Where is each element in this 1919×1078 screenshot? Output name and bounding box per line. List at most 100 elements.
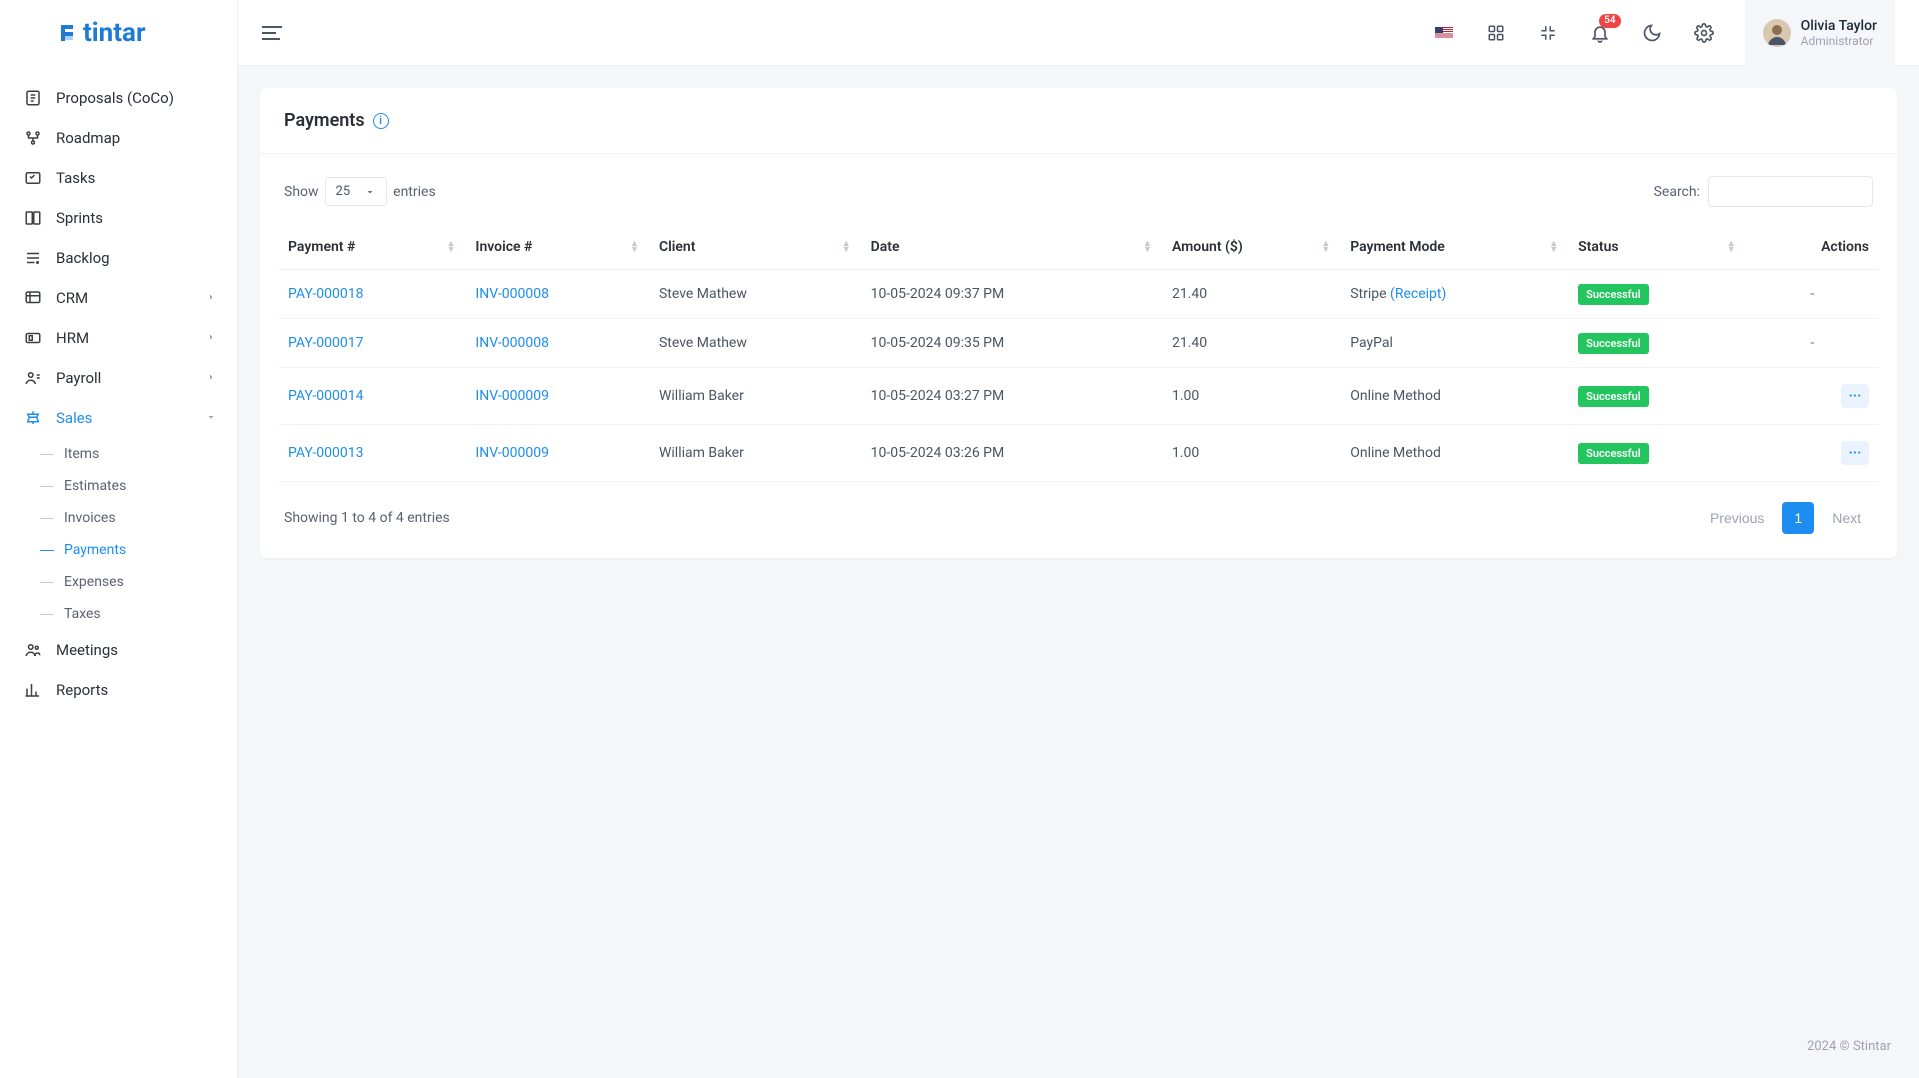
payment-link[interactable]: PAY-000014 (288, 388, 364, 404)
sales-icon (24, 409, 42, 427)
dash-icon (40, 614, 54, 615)
page-title: Payments (284, 110, 365, 131)
receipt-link[interactable]: (Receipt) (1390, 286, 1446, 302)
sidebar-sub-invoices[interactable]: Invoices (0, 502, 237, 534)
topbar: 54 Olivia Taylor Administrator (238, 0, 1919, 66)
sidebar-item-label: Tasks (56, 169, 95, 187)
no-action: - (1756, 335, 1869, 351)
status-badge: Successful (1578, 333, 1648, 354)
column-payment-[interactable]: Payment #▲▼ (278, 225, 465, 270)
column-invoice-[interactable]: Invoice #▲▼ (465, 225, 649, 270)
sidebar-item-backlog[interactable]: Backlog (0, 238, 237, 278)
pagination: Previous 1 Next (1698, 502, 1873, 534)
sidebar-sub-expenses[interactable]: Expenses (0, 566, 237, 598)
mode-cell: Stripe (Receipt) (1340, 270, 1568, 319)
info-icon[interactable]: i (373, 113, 389, 129)
sidebar-item-label: Backlog (56, 249, 110, 267)
fullscreen-exit-icon[interactable] (1531, 16, 1565, 50)
dash-icon (40, 486, 54, 487)
pager-previous[interactable]: Previous (1698, 502, 1776, 534)
date-cell: 10-05-2024 03:26 PM (861, 425, 1162, 482)
hrm-icon (24, 329, 42, 347)
notifications-icon[interactable]: 54 (1583, 16, 1617, 50)
nav: Proposals (CoCo) Roadmap Tasks Sprints Backl… (0, 68, 237, 720)
payments-card: Payments i Show 25 entries (260, 88, 1897, 558)
payment-link[interactable]: PAY-000013 (288, 445, 364, 461)
payments-table: Payment #▲▼Invoice #▲▼Client▲▼Date▲▼Amou… (278, 225, 1879, 482)
column-date[interactable]: Date▲▼ (861, 225, 1162, 270)
sidebar-sub-items[interactable]: Items (0, 438, 237, 470)
sidebar-item-payroll[interactable]: Payroll (0, 358, 237, 398)
chevron-down-icon (205, 409, 217, 427)
menu-toggle-icon[interactable] (262, 22, 282, 44)
payment-link[interactable]: PAY-000017 (288, 335, 364, 351)
sidebar-item-label: Meetings (56, 641, 118, 659)
sub-item-label: Expenses (64, 574, 124, 590)
avatar (1763, 19, 1791, 47)
row-actions-button[interactable]: ··· (1841, 441, 1869, 465)
invoice-link[interactable]: INV-000009 (475, 445, 549, 461)
date-cell: 10-05-2024 09:35 PM (861, 319, 1162, 368)
sidebar-sub-payments[interactable]: Payments (0, 534, 237, 566)
dash-icon (40, 550, 54, 551)
sidebar-sub-taxes[interactable]: Taxes (0, 598, 237, 630)
dash-icon (40, 454, 54, 455)
sidebar-sub-estimates[interactable]: Estimates (0, 470, 237, 502)
chevron-down-icon (364, 186, 376, 198)
client-cell: Steve Mathew (649, 270, 861, 319)
chevron-right-icon (205, 289, 217, 307)
search-input[interactable] (1708, 176, 1873, 207)
entries-label: entries (393, 184, 436, 200)
date-cell: 10-05-2024 09:37 PM (861, 270, 1162, 319)
invoice-link[interactable]: INV-000009 (475, 388, 549, 404)
amount-cell: 1.00 (1162, 425, 1340, 482)
column-status[interactable]: Status▲▼ (1568, 225, 1746, 270)
sidebar-item-label: Roadmap (56, 129, 120, 147)
sidebar-item-sales[interactable]: Sales (0, 398, 237, 438)
invoice-link[interactable]: INV-000008 (475, 286, 549, 302)
sidebar-item-tasks[interactable]: Tasks (0, 158, 237, 198)
amount-cell: 21.40 (1162, 270, 1340, 319)
per-page-value: 25 (336, 184, 351, 199)
sort-icon: ▲▼ (1143, 241, 1152, 253)
column-amount-[interactable]: Amount ($)▲▼ (1162, 225, 1340, 270)
sub-item-label: Items (64, 446, 99, 462)
payment-link[interactable]: PAY-000018 (288, 286, 364, 302)
sidebar-item-sprints[interactable]: Sprints (0, 198, 237, 238)
roadmap-icon (24, 129, 42, 147)
dark-mode-icon[interactable] (1635, 16, 1669, 50)
per-page-select[interactable]: 25 (325, 177, 388, 206)
client-cell: William Baker (649, 368, 861, 425)
invoice-link[interactable]: INV-000008 (475, 335, 549, 351)
sort-icon: ▲▼ (630, 241, 639, 253)
apps-icon[interactable] (1479, 16, 1513, 50)
chevron-right-icon (205, 329, 217, 347)
sidebar-item-roadmap[interactable]: Roadmap (0, 118, 237, 158)
search-label: Search: (1654, 184, 1700, 200)
sidebar-item-crm[interactable]: CRM (0, 278, 237, 318)
column-client[interactable]: Client▲▼ (649, 225, 861, 270)
sidebar-item-proposals[interactable]: Proposals (CoCo) (0, 78, 237, 118)
sort-icon: ▲▼ (447, 241, 456, 253)
language-flag[interactable] (1427, 16, 1461, 50)
pager-page-1[interactable]: 1 (1782, 502, 1814, 534)
sidebar-item-reports[interactable]: Reports (0, 670, 237, 710)
row-actions-button[interactable]: ··· (1841, 384, 1869, 408)
logo-text: tintar (83, 18, 146, 48)
settings-icon[interactable] (1687, 16, 1721, 50)
sidebar-item-meetings[interactable]: Meetings (0, 630, 237, 670)
pager-next[interactable]: Next (1820, 502, 1873, 534)
column-payment-mode[interactable]: Payment Mode▲▼ (1340, 225, 1568, 270)
sort-icon: ▲▼ (1321, 241, 1330, 253)
chevron-right-icon (205, 369, 217, 387)
amount-cell: 21.40 (1162, 319, 1340, 368)
date-cell: 10-05-2024 03:27 PM (861, 368, 1162, 425)
client-cell: Steve Mathew (649, 319, 861, 368)
crm-icon (24, 289, 42, 307)
sidebar-item-label: Sprints (56, 209, 103, 227)
logo[interactable]: tintar (0, 0, 237, 68)
user-menu[interactable]: Olivia Taylor Administrator (1745, 0, 1895, 66)
table-row: PAY-000013INV-000009William Baker10-05-2… (278, 425, 1879, 482)
sidebar-item-hrm[interactable]: HRM (0, 318, 237, 358)
user-role: Administrator (1801, 34, 1877, 48)
